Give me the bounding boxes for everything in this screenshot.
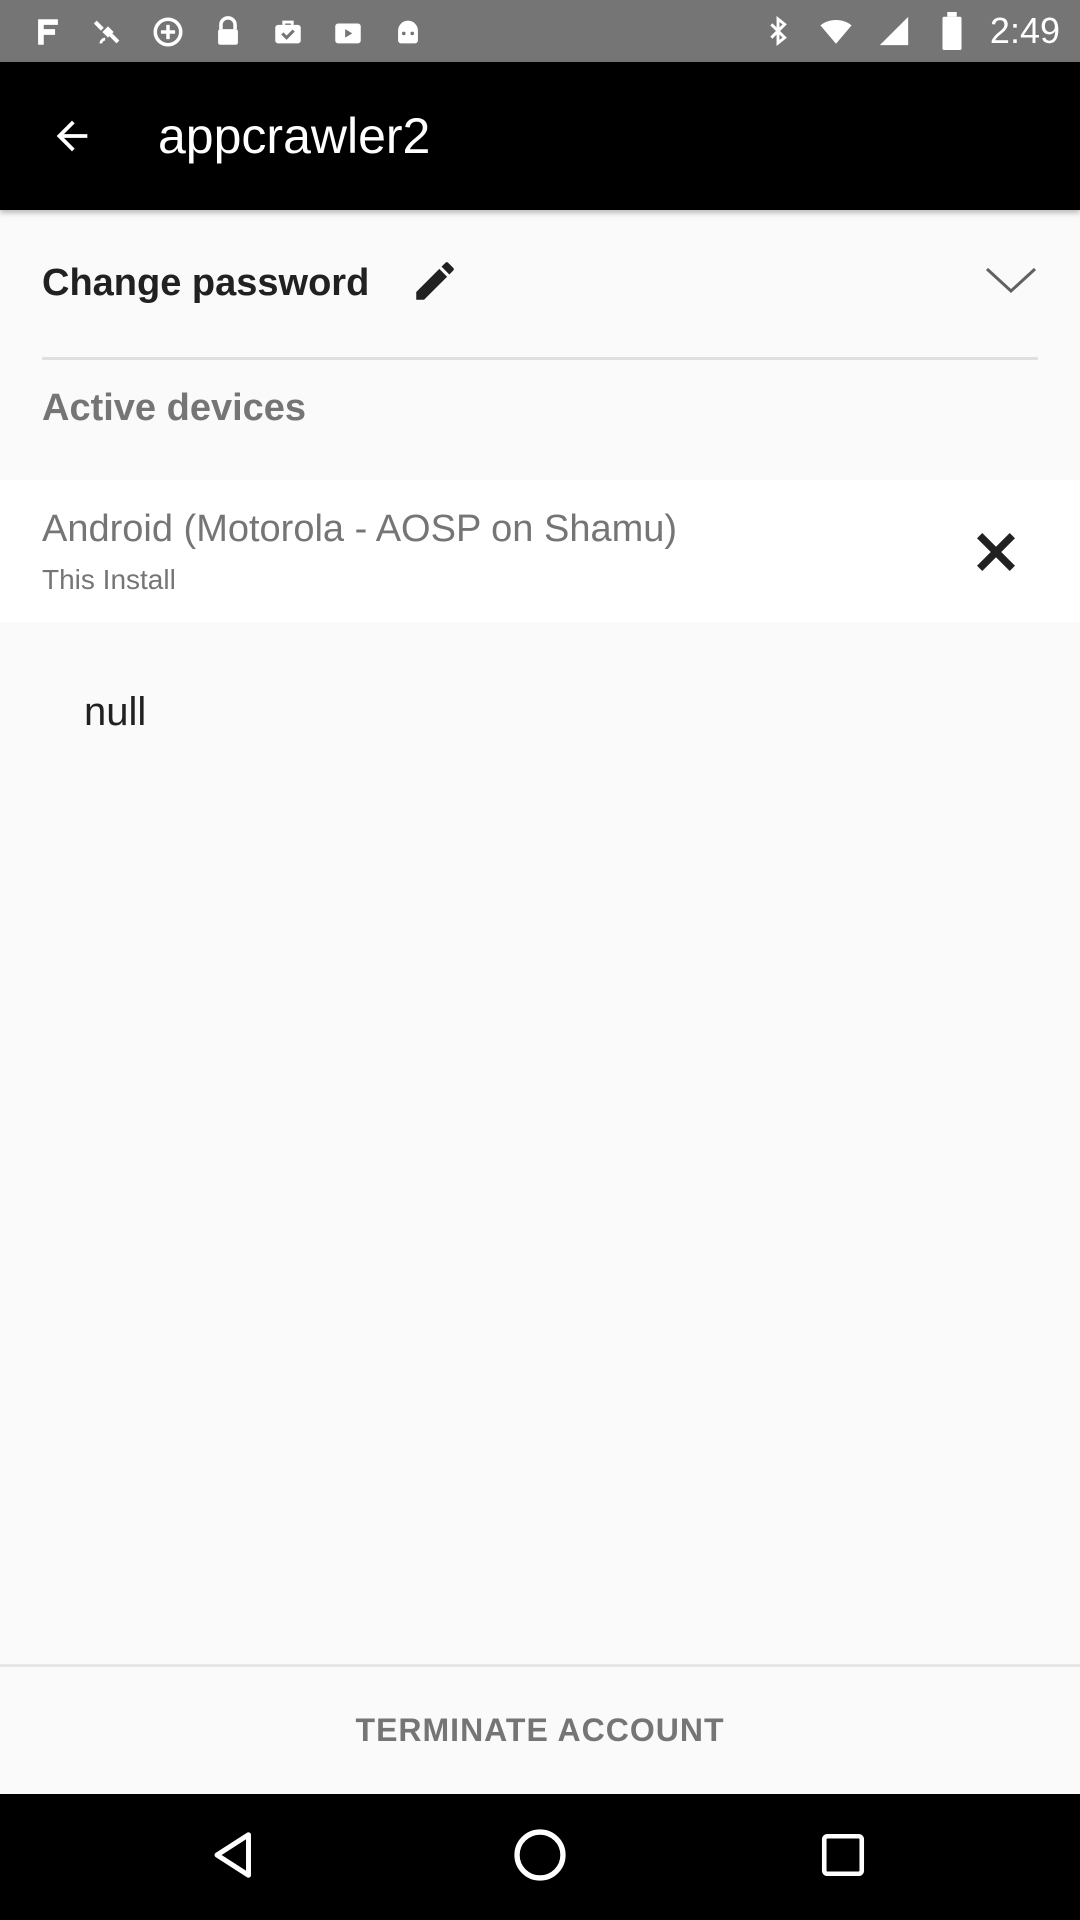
play-store-icon <box>328 12 368 52</box>
lock-icon <box>208 12 248 52</box>
page-title: appcrawler2 <box>158 108 431 164</box>
close-icon[interactable] <box>968 524 1024 580</box>
bluetooth-icon <box>758 11 798 51</box>
arrow-back-icon <box>49 113 95 164</box>
active-devices-title: Active devices <box>42 387 307 429</box>
battery-icon <box>932 11 972 51</box>
device-subtitle: This Install <box>42 564 176 595</box>
recents-square-icon <box>818 1830 868 1885</box>
back-triangle-icon <box>208 1828 262 1887</box>
home-circle-icon <box>511 1826 569 1889</box>
status-time: 2:49 <box>989 10 1060 51</box>
device-name: Android (Motorola - AOSP on Shamu) <box>42 508 678 550</box>
change-password-row[interactable]: Change password <box>0 210 1080 358</box>
navigation-bar <box>0 1794 1080 1920</box>
android-icon <box>388 12 428 52</box>
change-password-label: Change password <box>42 262 370 304</box>
nav-home-button[interactable] <box>505 1822 575 1892</box>
status-bar: 2:49 <box>0 0 1080 62</box>
back-button[interactable] <box>40 106 104 170</box>
app-bar: appcrawler2 <box>0 62 1080 210</box>
fake-gps-icon <box>28 12 68 52</box>
nav-recents-button[interactable] <box>808 1822 878 1892</box>
nav-back-button[interactable] <box>200 1822 270 1892</box>
null-text: null <box>84 690 147 734</box>
divider <box>42 357 1038 360</box>
briefcase-check-icon <box>268 12 308 52</box>
data-saver-icon <box>148 12 188 52</box>
pencil-icon[interactable] <box>410 256 460 306</box>
chevron-down-icon[interactable] <box>984 262 1038 296</box>
device-list-item: Android (Motorola - AOSP on Shamu) This … <box>0 480 1080 622</box>
wifi-icon <box>816 11 856 51</box>
satellite-icon <box>88 12 128 52</box>
cell-signal-icon <box>874 11 914 51</box>
terminate-account-button[interactable]: TERMINATE ACCOUNT <box>0 1667 1080 1794</box>
